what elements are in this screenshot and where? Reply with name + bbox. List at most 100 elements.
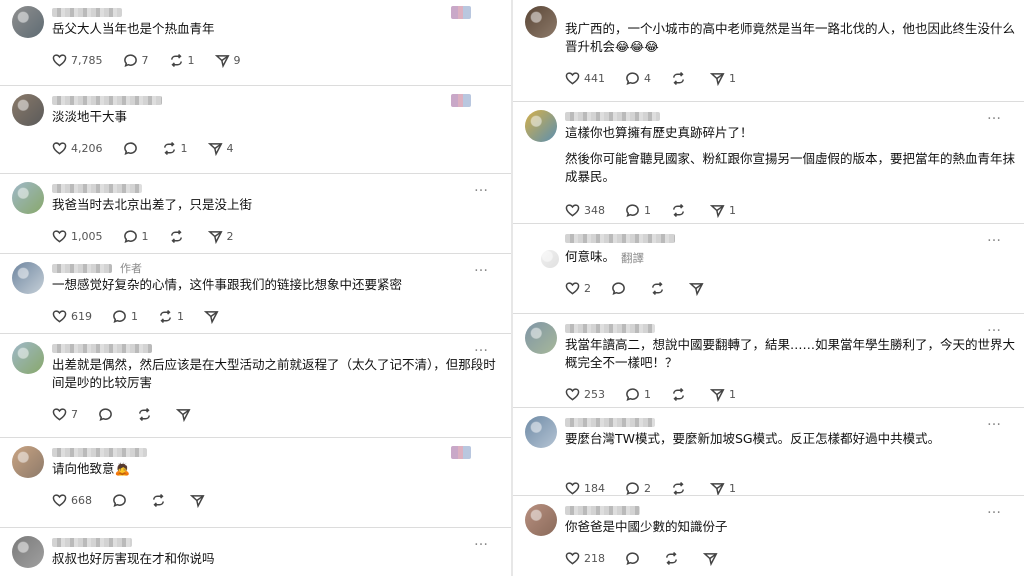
reply-button[interactable] <box>625 551 644 566</box>
avatar[interactable] <box>12 6 44 38</box>
share-button[interactable] <box>204 309 223 324</box>
username-blurred[interactable] <box>52 184 142 193</box>
more-dots-icon[interactable]: … <box>474 534 489 548</box>
like-count: 1,005 <box>71 229 103 243</box>
share-button[interactable] <box>689 281 708 296</box>
reply-button[interactable]: 2 <box>625 481 651 496</box>
username-blurred[interactable] <box>52 538 132 547</box>
repost-button[interactable] <box>650 281 669 296</box>
like-button[interactable]: 668 <box>52 493 92 508</box>
like-button[interactable]: 7,785 <box>52 53 103 68</box>
more-dots-icon[interactable]: … <box>474 180 489 194</box>
reply-button[interactable] <box>611 281 630 296</box>
avatar[interactable] <box>525 110 557 142</box>
share-button[interactable]: 1 <box>710 71 736 86</box>
username-blurred[interactable] <box>565 506 640 515</box>
right-comment-column: 我广西的，一个小城市的高中老师竟然是当年一路北伐的人，他也因此终生没什么晋升机会… <box>513 0 1024 576</box>
like-button[interactable]: 1,005 <box>52 229 103 244</box>
replie-count: 1 <box>141 229 149 243</box>
more-dots-icon[interactable]: … <box>474 260 489 274</box>
username-blurred[interactable] <box>52 448 147 457</box>
comment-icon <box>112 493 131 508</box>
share-button[interactable]: 1 <box>710 203 736 218</box>
avatar[interactable] <box>12 262 44 294</box>
like-button[interactable]: 218 <box>565 551 605 566</box>
username-blurred[interactable] <box>52 96 162 105</box>
comment-text: 淡淡地干大事 <box>52 109 128 124</box>
like-button[interactable]: 619 <box>52 309 92 324</box>
repost-button[interactable] <box>671 71 690 86</box>
repost-button[interactable] <box>671 387 690 402</box>
like-button[interactable]: 253 <box>565 387 605 402</box>
comment-item: … 叔叔也好厉害现在才和你说吗 <box>0 527 511 576</box>
reply-button[interactable]: 1 <box>625 203 651 218</box>
share-button[interactable]: 4 <box>207 141 234 156</box>
share-icon <box>710 71 729 86</box>
repost-button[interactable]: 1 <box>169 53 195 68</box>
comment-icon <box>625 551 644 566</box>
username-blurred[interactable] <box>565 234 675 243</box>
share-button[interactable] <box>703 551 722 566</box>
more-dots-icon[interactable]: … <box>987 230 1002 244</box>
username-blurred[interactable] <box>52 344 152 353</box>
like-button[interactable]: 7 <box>52 407 78 422</box>
more-dots-icon[interactable]: … <box>987 502 1002 516</box>
repost-button[interactable] <box>137 407 156 422</box>
avatar[interactable] <box>12 446 44 478</box>
repost-button[interactable] <box>169 229 188 244</box>
share-icon <box>710 481 729 496</box>
translate-link[interactable]: 翻譯 <box>621 250 644 266</box>
comment-item: … 我當年讀高二，想說中國要翻轉了，結果……如果當年學生勝利了，今天的世界大概完全… <box>513 313 1024 410</box>
reply-button[interactable] <box>112 493 131 508</box>
reply-button[interactable]: 4 <box>625 71 651 86</box>
like-button[interactable]: 2 <box>565 281 591 296</box>
avatar[interactable] <box>12 94 44 126</box>
repost-button[interactable]: 1 <box>158 309 184 324</box>
avatar[interactable] <box>12 536 44 568</box>
repost-button[interactable] <box>671 481 690 496</box>
repost-icon <box>169 229 188 244</box>
repost-button[interactable]: 1 <box>162 141 188 156</box>
share-button[interactable] <box>176 407 195 422</box>
repost-button[interactable] <box>671 203 690 218</box>
share-count: 1 <box>729 71 736 85</box>
comment-text: 我广西的，一个小城市的高中老师竟然是当年一路北伐的人，他也因此终生没什么晋升机会… <box>565 21 1016 54</box>
repost-button[interactable] <box>151 493 170 508</box>
share-button[interactable]: 2 <box>207 229 234 244</box>
avatar[interactable] <box>525 504 557 536</box>
username-blurred[interactable] <box>52 8 122 17</box>
username-blurred[interactable] <box>52 264 112 273</box>
share-button[interactable]: 1 <box>710 481 736 496</box>
avatar[interactable] <box>525 6 557 38</box>
avatar[interactable] <box>541 250 559 268</box>
more-dots-icon[interactable]: … <box>987 414 1002 428</box>
reply-button[interactable] <box>123 141 142 156</box>
share-button[interactable]: 9 <box>214 53 241 68</box>
username-blurred[interactable] <box>565 112 660 121</box>
more-dots-icon[interactable]: … <box>987 320 1002 334</box>
share-icon <box>703 551 722 566</box>
reply-button[interactable]: 1 <box>123 229 149 244</box>
more-dots-icon[interactable]: … <box>474 340 489 354</box>
action-bar: 619 1 1 <box>52 308 243 324</box>
reply-button[interactable]: 1 <box>625 387 651 402</box>
reply-button[interactable]: 1 <box>112 309 138 324</box>
comment-text: 我爸当时去北京出差了，只是没上街 <box>52 197 253 212</box>
avatar[interactable] <box>12 182 44 214</box>
share-button[interactable] <box>190 493 209 508</box>
heart-icon <box>565 203 584 218</box>
reply-button[interactable]: 7 <box>123 53 149 68</box>
avatar[interactable] <box>525 416 557 448</box>
reply-button[interactable] <box>98 407 117 422</box>
username-blurred[interactable] <box>565 418 655 427</box>
avatar[interactable] <box>525 322 557 354</box>
like-button[interactable]: 441 <box>565 71 605 86</box>
like-button[interactable]: 4,206 <box>52 141 103 156</box>
more-dots-icon[interactable]: … <box>987 108 1002 122</box>
username-blurred[interactable] <box>565 324 655 333</box>
like-button[interactable]: 184 <box>565 481 605 496</box>
like-button[interactable]: 348 <box>565 203 605 218</box>
avatar[interactable] <box>12 342 44 374</box>
share-button[interactable]: 1 <box>710 387 736 402</box>
repost-button[interactable] <box>664 551 683 566</box>
